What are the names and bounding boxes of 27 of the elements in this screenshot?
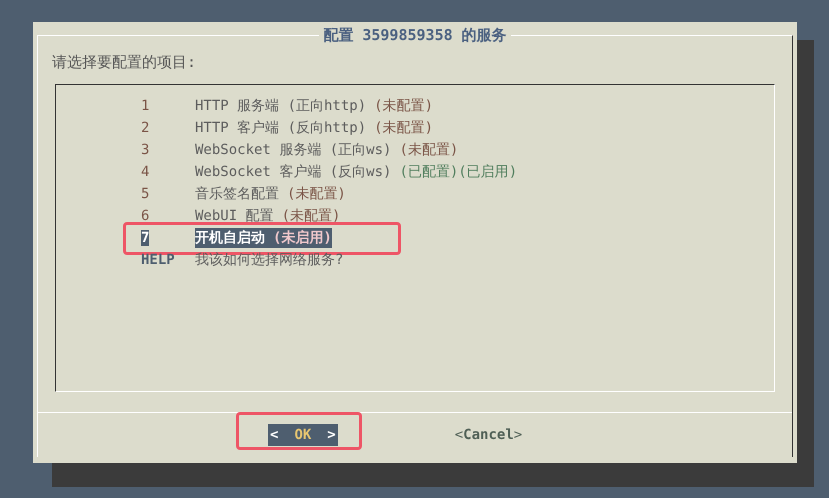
menu-item[interactable]: WebSocket 客户端 (反向ws) (已配置)(已启用): [195, 162, 518, 182]
status-label: (未配置): [374, 120, 434, 136]
menu-item[interactable]: 开机自启动 (未启用): [195, 228, 332, 248]
menu-item[interactable]: 音乐签名配置 (未配置): [195, 184, 346, 204]
prompt-text: 请选择要配置的项目:: [52, 53, 196, 71]
menu-item[interactable]: WebUI 配置 (未配置): [195, 206, 340, 226]
item-number[interactable]: 3: [141, 140, 195, 160]
item-number[interactable]: 7: [141, 228, 195, 248]
menu-item[interactable]: 我该如何选择网络服务?: [195, 250, 344, 270]
dialog-button[interactable]: <Cancel>: [452, 424, 524, 446]
item-number[interactable]: 5: [141, 184, 195, 204]
status-label: (已启用): [458, 164, 518, 180]
item-number[interactable]: 1: [141, 96, 195, 116]
item-number[interactable]: 6: [141, 206, 195, 226]
dialog-button[interactable]: < OK >: [268, 424, 338, 446]
status-label: (未配置): [399, 142, 458, 158]
status-label: (未配置): [287, 186, 346, 202]
status-label: (未配置): [282, 208, 340, 224]
status-label: (未配置): [374, 98, 434, 114]
item-number[interactable]: 2: [141, 118, 195, 138]
menu-item[interactable]: HTTP 客户端 (反向http) (未配置): [195, 118, 434, 138]
status-label: (未启用): [273, 230, 332, 246]
menu-item[interactable]: WebSocket 服务端 (正向ws) (未配置): [195, 140, 458, 160]
item-number[interactable]: HELP: [141, 250, 195, 270]
menu-item[interactable]: HTTP 服务端 (正向http) (未配置): [195, 96, 434, 116]
item-number[interactable]: 4: [141, 162, 195, 182]
status-label: (已配置): [399, 164, 458, 180]
